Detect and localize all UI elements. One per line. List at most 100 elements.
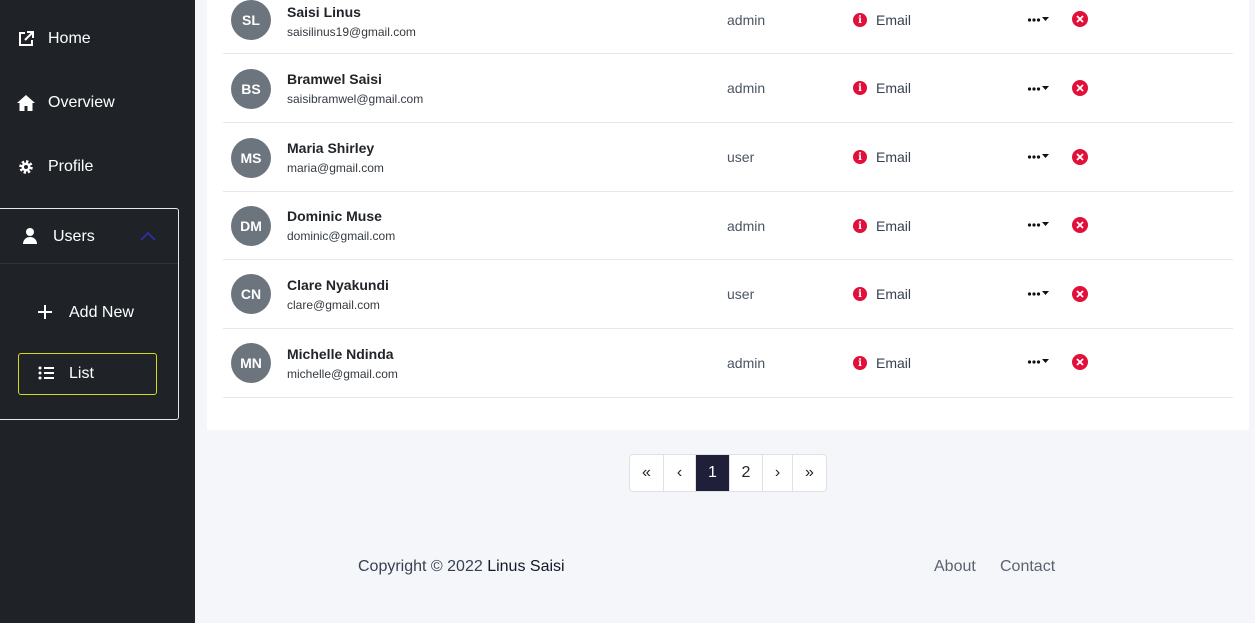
pagination-next[interactable]: › (763, 455, 793, 491)
copyright-owner-link[interactable]: Linus Saisi (487, 558, 564, 575)
sidebar-item-label: Home (48, 30, 91, 47)
sidebar-item-users[interactable]: Users (0, 209, 178, 264)
email-status-label: Email (876, 286, 912, 302)
users-table-card: SL Saisi Linus saisilinus19@gmail.com ad… (207, 0, 1249, 430)
ellipsis-caret-icon (1027, 86, 1049, 91)
email-status-label: Email (876, 355, 912, 371)
user-email: michelle@gmail.com (287, 367, 398, 381)
sidebar-subitem-add-new[interactable]: Add New (0, 297, 178, 327)
more-actions-dropdown[interactable] (1027, 218, 1051, 232)
gear-icon (16, 157, 36, 177)
user-email: dominic@gmail.com (287, 229, 396, 243)
more-actions-dropdown[interactable] (1027, 13, 1051, 27)
user-name: Saisi Linus (287, 4, 361, 20)
external-link-icon (16, 29, 36, 49)
info-icon: i (853, 81, 867, 95)
avatar: SL (231, 0, 271, 40)
email-status[interactable]: i Email (853, 80, 911, 96)
avatar: BS (231, 69, 271, 109)
copyright-text: Copyright © 2022 (358, 558, 483, 575)
close-icon (1076, 221, 1084, 229)
delete-button[interactable] (1072, 354, 1088, 370)
pagination: « ‹ 1 2 › » (629, 454, 827, 492)
more-actions-dropdown[interactable] (1027, 82, 1051, 96)
info-icon: i (853, 287, 867, 301)
email-status[interactable]: i Email (853, 12, 911, 28)
ellipsis-caret-icon (1027, 222, 1049, 227)
user-email: maria@gmail.com (287, 161, 384, 175)
info-icon: i (853, 356, 867, 370)
email-status-label: Email (876, 218, 912, 234)
email-status[interactable]: i Email (853, 218, 911, 234)
email-status[interactable]: i Email (853, 149, 911, 165)
user-name: Clare Nyakundi (287, 277, 389, 293)
sidebar-subitem-label: Add New (69, 304, 134, 321)
table-row: SL Saisi Linus saisilinus19@gmail.com ad… (223, 0, 1233, 54)
sidebar-item-overview[interactable]: Overview (0, 83, 195, 123)
pagination-page-1[interactable]: 1 (696, 455, 730, 491)
sidebar-item-profile[interactable]: Profile (0, 147, 195, 187)
delete-button[interactable] (1072, 80, 1088, 96)
ellipsis-caret-icon (1027, 154, 1049, 159)
sidebar-item-label: Profile (48, 158, 94, 175)
close-icon (1076, 358, 1084, 366)
ellipsis-caret-icon (1027, 359, 1049, 364)
sidebar-item-home[interactable]: Home (0, 19, 195, 59)
close-icon (1076, 84, 1084, 92)
pagination-last[interactable]: » (793, 455, 826, 491)
user-role: admin (727, 12, 766, 28)
pagination-first[interactable]: « (630, 455, 664, 491)
email-status[interactable]: i Email (853, 286, 911, 302)
ellipsis-caret-icon (1027, 17, 1049, 22)
email-status-label: Email (876, 149, 912, 165)
pagination-page-2[interactable]: 2 (730, 455, 763, 491)
info-icon: i (853, 219, 867, 233)
user-name: Bramwel Saisi (287, 71, 382, 87)
info-icon: i (853, 150, 867, 164)
sidebar-subitem-label: List (69, 365, 94, 382)
table-row: CN Clare Nyakundi clare@gmail.com user i… (223, 261, 1233, 329)
email-status-label: Email (876, 12, 912, 28)
sidebar-item-label: Overview (48, 94, 115, 111)
delete-button[interactable] (1072, 149, 1088, 165)
table-row: BS Bramwel Saisi saisibramwel@gmail.com … (223, 55, 1233, 123)
table-row: MN Michelle Ndinda michelle@gmail.com ad… (223, 330, 1233, 398)
table-row: DM Dominic Muse dominic@gmail.com admin … (223, 192, 1233, 260)
user-role: user (727, 286, 755, 302)
user-role: admin (727, 80, 766, 96)
close-icon (1076, 290, 1084, 298)
user-email: saisibramwel@gmail.com (287, 92, 424, 106)
user-name: Dominic Muse (287, 208, 382, 224)
user-email: saisilinus19@gmail.com (287, 25, 416, 39)
pagination-prev[interactable]: ‹ (664, 455, 696, 491)
avatar: MN (231, 343, 271, 383)
close-icon (1076, 15, 1084, 23)
sidebar-subitem-list[interactable]: List (18, 353, 157, 395)
user-name: Maria Shirley (287, 140, 375, 156)
chevron-up-icon[interactable] (139, 229, 157, 247)
more-actions-dropdown[interactable] (1027, 287, 1051, 301)
more-actions-dropdown[interactable] (1027, 355, 1051, 369)
delete-button[interactable] (1072, 286, 1088, 302)
email-status[interactable]: i Email (853, 355, 911, 371)
list-icon (38, 366, 54, 385)
avatar: CN (231, 274, 271, 314)
user-icon (22, 227, 38, 250)
user-name: Michelle Ndinda (287, 346, 394, 362)
footer-link-about[interactable]: About (934, 558, 976, 576)
ellipsis-caret-icon (1027, 291, 1049, 296)
plus-icon (37, 304, 53, 325)
more-actions-dropdown[interactable] (1027, 150, 1051, 164)
delete-button[interactable] (1072, 217, 1088, 233)
user-email: clare@gmail.com (287, 298, 380, 312)
home-icon (16, 93, 36, 113)
email-status-label: Email (876, 80, 912, 96)
sidebar-item-label: Users (53, 228, 95, 245)
avatar: MS (231, 138, 271, 178)
info-icon: i (853, 13, 867, 27)
user-role: user (727, 149, 755, 165)
delete-button[interactable] (1072, 11, 1088, 27)
footer-link-contact[interactable]: Contact (1000, 558, 1055, 576)
sidebar: Home Overview Profile Users Add New List (0, 0, 195, 623)
close-icon (1076, 153, 1084, 161)
